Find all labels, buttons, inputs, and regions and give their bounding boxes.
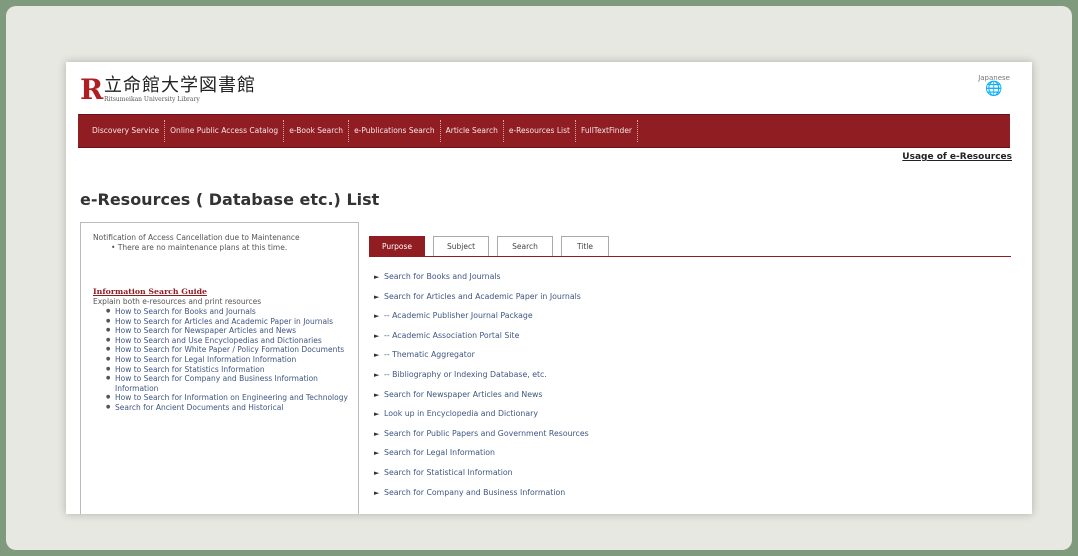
nav-opac[interactable]: Online Public Access Catalog (165, 120, 285, 142)
guide-item[interactable]: How to Search for Statistics Information (106, 365, 348, 375)
arrow-right-icon: ► (374, 312, 380, 321)
purpose-item[interactable]: ► Search for Articles and Academic Paper … (374, 287, 589, 307)
arrow-right-icon: ► (374, 331, 380, 340)
main-navbar: Discovery Service Online Public Access C… (78, 114, 1010, 148)
arrow-right-icon: ► (374, 429, 380, 438)
logo-sub-text: Ritsumeikan University Library (104, 96, 200, 103)
notice-title: Notification of Access Cancellation due … (93, 233, 300, 242)
guide-item[interactable]: How to Search for Legal Information Info… (106, 355, 348, 365)
nav-fulltextfinder[interactable]: FullTextFinder (576, 120, 639, 142)
arrow-right-icon: ► (374, 449, 380, 458)
purpose-item[interactable]: ► Search for Statistical Information (374, 463, 589, 483)
arrow-right-icon: ► (374, 292, 380, 301)
purpose-item-label[interactable]: Search for Books and Journals (384, 272, 501, 281)
purpose-item[interactable]: ► Search for Public Papers and Government… (374, 424, 589, 444)
purpose-item-label[interactable]: -- Academic Publisher Journal Package (384, 311, 533, 320)
arrow-right-icon: ► (374, 351, 380, 360)
category-tabs: Purpose Subject Search Title (369, 230, 1011, 257)
purpose-item[interactable]: ► Search for Newspaper Articles and News (374, 385, 589, 405)
guide-item[interactable]: How to Search for Company and Business I… (106, 374, 348, 393)
screenshot-frame: R 立命館大学図書館 Ritsumeikan University Librar… (6, 6, 1072, 550)
purpose-item-label[interactable]: -- Academic Association Portal Site (384, 331, 519, 340)
purpose-item-label[interactable]: Search for Articles and Academic Paper i… (384, 292, 581, 301)
purpose-item-label[interactable]: Search for Statistical Information (384, 468, 513, 477)
guide-item[interactable]: How to Search and Use Encyclopedias and … (106, 336, 348, 346)
arrow-right-icon: ► (374, 488, 380, 497)
arrow-right-icon: ► (374, 390, 380, 399)
tab-title[interactable]: Title (561, 236, 609, 256)
guide-item[interactable]: How to Search for Books and Journals (106, 307, 348, 317)
usage-link[interactable]: Usage of e-Resources (902, 152, 1012, 162)
language-switch[interactable]: Japanese 🌐 (978, 74, 1010, 96)
guide-item[interactable]: Search for Ancient Documents and Histori… (106, 403, 348, 413)
arrow-right-icon: ► (374, 370, 380, 379)
globe-icon[interactable]: 🌐 (978, 82, 1010, 96)
library-page: R 立命館大学図書館 Ritsumeikan University Librar… (66, 62, 1032, 514)
guide-item[interactable]: How to Search for Information on Enginee… (106, 393, 348, 403)
arrow-right-icon: ► (374, 273, 380, 281)
library-logo[interactable]: R 立命館大学図書館 Ritsumeikan University Librar… (80, 76, 256, 104)
purpose-item-label[interactable]: -- Thematic Aggregator (384, 350, 475, 359)
tab-purpose[interactable]: Purpose (369, 236, 425, 256)
purpose-item-label[interactable]: Look up in Encyclopedia and Dictionary (384, 409, 538, 418)
purpose-item[interactable]: ► Search for Company and Business Informa… (374, 483, 589, 503)
notice-item-text: There are no maintenance plans at this t… (117, 243, 288, 252)
nav-article-search[interactable]: Article Search (441, 120, 504, 142)
guide-item[interactable]: How to Search for Newspaper Articles and… (106, 326, 348, 336)
purpose-item-label[interactable]: Search for Newspaper Articles and News (384, 390, 542, 399)
logo-main-text: 立命館大学図書館 (104, 75, 256, 96)
purpose-item[interactable]: ► -- Academic Publisher Journal Package (374, 306, 589, 326)
purpose-item[interactable]: ► Look up in Encyclopedia and Dictionary (374, 404, 589, 424)
guide-list: How to Search for Books and Journals How… (93, 307, 358, 413)
nav-epublications-search[interactable]: e-Publications Search (349, 120, 441, 142)
tab-subject[interactable]: Subject (433, 236, 489, 256)
guide-subtitle: Explain both e-resources and print resou… (93, 297, 262, 306)
purpose-item[interactable]: ► Search for Books and Journals (374, 267, 589, 287)
purpose-item-label[interactable]: Search for Legal Information (384, 448, 495, 457)
purpose-list: ► Search for Books and Journals ► Search f… (374, 267, 589, 502)
page-title: e-Resources ( Database etc.) List (80, 190, 380, 209)
info-sidebar: Notification of Access Cancellation due … (80, 222, 359, 514)
notice-item: • There are no maintenance plans at this… (111, 243, 288, 252)
purpose-item-label[interactable]: Search for Company and Business Informat… (384, 488, 565, 497)
purpose-item[interactable]: ► -- Academic Association Portal Site (374, 326, 589, 346)
purpose-item-label[interactable]: -- Bibliography or Indexing Database, et… (384, 370, 547, 379)
guide-item[interactable]: How to Search for White Paper / Policy F… (106, 345, 348, 355)
arrow-right-icon: ► (374, 468, 380, 477)
nav-eresources-list[interactable]: e-Resources List (504, 120, 576, 142)
purpose-item[interactable]: ► -- Bibliography or Indexing Database, e… (374, 365, 589, 385)
nav-ebook-search[interactable]: e-Book Search (284, 120, 350, 142)
purpose-item[interactable]: ► Search for Legal Information (374, 443, 589, 463)
nav-discovery-service[interactable]: Discovery Service (78, 120, 166, 142)
logo-text-block: 立命館大学図書館 Ritsumeikan University Library (104, 76, 256, 104)
tab-search[interactable]: Search (497, 236, 553, 256)
purpose-item-label[interactable]: Search for Public Papers and Government … (384, 429, 589, 438)
guide-heading[interactable]: Information Search Guide (93, 287, 358, 297)
purpose-item[interactable]: ► -- Thematic Aggregator (374, 345, 589, 365)
guide-item[interactable]: How to Search for Articles and Academic … (106, 317, 348, 327)
arrow-right-icon: ► (374, 410, 380, 419)
logo-r-icon: R (80, 73, 104, 106)
